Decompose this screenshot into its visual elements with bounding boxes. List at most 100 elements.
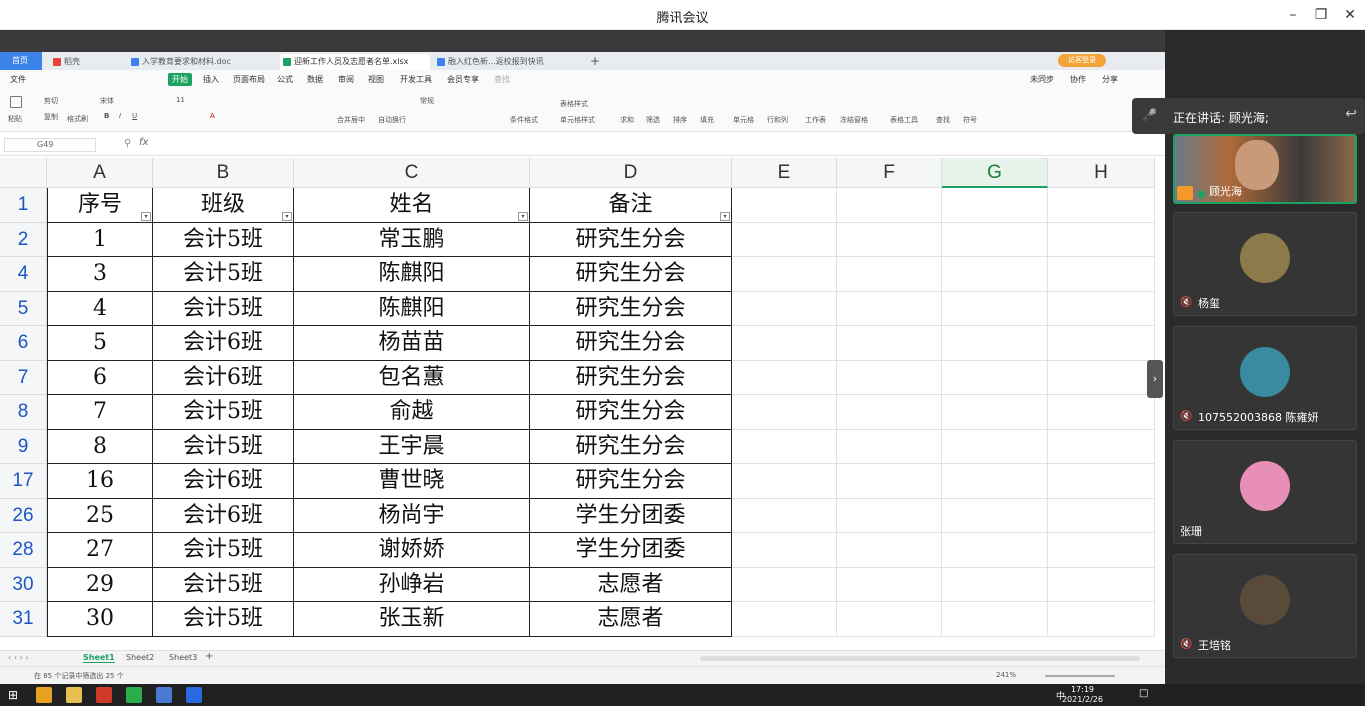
menu-view[interactable]: 视图 (368, 74, 384, 85)
col-header-b[interactable]: B (153, 158, 294, 188)
table-cell[interactable]: 研究生分会 (530, 429, 732, 464)
windows-start-icon[interactable]: ⊞ (8, 688, 18, 702)
empty-cell[interactable] (732, 395, 837, 430)
row-header[interactable]: 4 (0, 257, 47, 292)
empty-cell[interactable] (732, 602, 837, 637)
system-clock[interactable]: 17:19 2021/2/26 (1062, 685, 1103, 705)
col-header-c[interactable]: C (294, 158, 530, 188)
col-header-e[interactable]: E (732, 158, 837, 188)
table-cell[interactable]: 张玉新 (294, 602, 530, 637)
filter-dropdown-icon[interactable]: ▾ (518, 211, 528, 221)
empty-cell[interactable] (942, 257, 1048, 292)
empty-cell[interactable] (837, 326, 942, 361)
participant-tile[interactable]: 🔇 王培铭 (1173, 554, 1357, 658)
zoom-slider[interactable] (1045, 675, 1115, 677)
zoom-level[interactable]: 241% (996, 671, 1016, 679)
empty-cell[interactable] (732, 188, 837, 223)
row-header[interactable]: 28 (0, 533, 47, 568)
empty-cell[interactable] (732, 326, 837, 361)
table-cell[interactable]: 5 (47, 326, 153, 361)
table-cell[interactable]: 会计5班 (153, 257, 294, 292)
copy-button[interactable]: 复制 (44, 112, 58, 122)
underline-icon[interactable]: U (132, 112, 137, 120)
row-header[interactable]: 26 (0, 498, 47, 533)
table-cell[interactable]: 6 (47, 360, 153, 395)
menu-review[interactable]: 审阅 (338, 74, 354, 85)
empty-cell[interactable] (837, 602, 942, 637)
empty-cell[interactable] (837, 498, 942, 533)
table-cell[interactable]: 会计5班 (153, 395, 294, 430)
table-cell[interactable]: 27 (47, 533, 153, 568)
empty-cell[interactable] (1048, 257, 1155, 292)
table-cell[interactable]: 30 (47, 602, 153, 637)
row-header[interactable]: 17 (0, 464, 47, 499)
empty-cell[interactable] (1048, 498, 1155, 533)
format-painter-button[interactable]: 格式刷 (67, 114, 88, 124)
empty-cell[interactable] (732, 257, 837, 292)
empty-cell[interactable] (732, 291, 837, 326)
empty-cell[interactable] (942, 222, 1048, 257)
table-cell[interactable]: 包名蕙 (294, 360, 530, 395)
sheet-tab-1[interactable]: Sheet1 (83, 653, 115, 663)
empty-cell[interactable] (837, 395, 942, 430)
empty-cell[interactable] (732, 222, 837, 257)
minimize-icon[interactable]: – (1284, 6, 1302, 24)
empty-cell[interactable] (1048, 326, 1155, 361)
table-cell[interactable]: 志愿者 (530, 567, 732, 602)
table-cell[interactable]: 曹世晓 (294, 464, 530, 499)
restore-icon[interactable]: ❐ (1312, 6, 1330, 24)
empty-cell[interactable] (837, 291, 942, 326)
empty-cell[interactable] (732, 533, 837, 568)
font-size-select[interactable]: 11 (176, 96, 185, 104)
sheet-tab-3[interactable]: Sheet3 (169, 653, 197, 662)
table-cell[interactable]: 研究生分会 (530, 464, 732, 499)
table-cell[interactable]: 学生分团委 (530, 533, 732, 568)
empty-cell[interactable] (942, 326, 1048, 361)
merge-center-button[interactable]: 合并居中 (337, 115, 365, 125)
empty-cell[interactable] (1048, 429, 1155, 464)
table-cell[interactable]: 会计6班 (153, 326, 294, 361)
cell-button[interactable]: 单元格 (733, 115, 754, 125)
row-header[interactable]: 7 (0, 360, 47, 395)
menu-insert[interactable]: 插入 (203, 74, 219, 85)
empty-cell[interactable] (837, 533, 942, 568)
file-explorer-icon[interactable] (66, 687, 82, 703)
table-cell[interactable]: 研究生分会 (530, 326, 732, 361)
menu-file[interactable]: 文件 (10, 74, 26, 85)
row-header[interactable]: 8 (0, 395, 47, 430)
freeze-panes-button[interactable]: 冻结窗格 (840, 115, 868, 125)
table-cell[interactable]: 16 (47, 464, 153, 499)
tab-web-page[interactable]: 融入红色新...返校报到快讯 (434, 54, 584, 70)
empty-cell[interactable] (1048, 602, 1155, 637)
empty-cell[interactable] (1048, 222, 1155, 257)
sheet-tab-2[interactable]: Sheet2 (126, 653, 154, 662)
sheet-nav-icon[interactable]: ‹ ‹ › › (8, 653, 28, 662)
empty-cell[interactable] (837, 222, 942, 257)
tab-home[interactable]: 首页 (0, 52, 42, 70)
table-cell[interactable]: 会计5班 (153, 602, 294, 637)
fx-icon[interactable]: fx (139, 137, 148, 148)
empty-cell[interactable] (1048, 395, 1155, 430)
empty-cell[interactable] (732, 498, 837, 533)
table-cell[interactable]: 会计5班 (153, 291, 294, 326)
table-header-cell[interactable]: 姓名 (294, 188, 530, 223)
wechat-icon[interactable] (126, 687, 142, 703)
spreadsheet-grid[interactable]: A B C D E F G H 1 序号 ▾ 班级 ▾ 姓名 ▾ 备注 ▾ 2 1 会计5班 常玉鹏 研究… (0, 158, 1155, 648)
tencent-meeting-icon[interactable] (186, 687, 202, 703)
row-header[interactable]: 9 (0, 429, 47, 464)
table-cell[interactable]: 3 (47, 257, 153, 292)
fill-button[interactable]: 填充 (700, 115, 714, 125)
row-header[interactable]: 30 (0, 567, 47, 602)
share-button[interactable]: 分享 (1102, 74, 1118, 85)
table-cell[interactable]: 会计5班 (153, 533, 294, 568)
table-cell[interactable]: 志愿者 (530, 602, 732, 637)
table-header-cell[interactable]: 班级 (153, 188, 294, 223)
empty-cell[interactable] (942, 360, 1048, 395)
find-button[interactable]: 查找 (936, 115, 950, 125)
empty-cell[interactable] (837, 567, 942, 602)
notification-icon[interactable]: □ (1139, 688, 1148, 699)
menu-page-layout[interactable]: 页面布局 (233, 74, 265, 85)
table-tools-button[interactable]: 表格工具 (890, 115, 918, 125)
filter-dropdown-icon[interactable]: ▾ (282, 211, 292, 221)
empty-cell[interactable] (732, 567, 837, 602)
